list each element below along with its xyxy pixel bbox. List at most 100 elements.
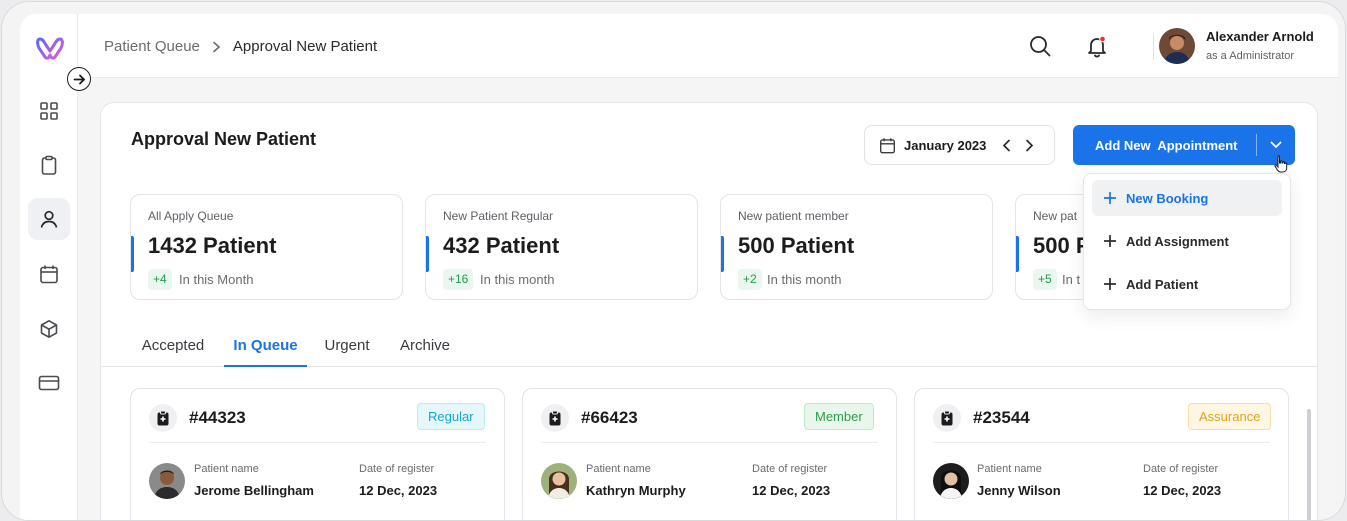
register-date: 12 Dec, 2023	[752, 483, 831, 498]
medical-clipboard-icon	[933, 404, 961, 432]
sidebar-toggle-button[interactable]	[67, 67, 91, 91]
status-badge: Regular	[417, 403, 485, 430]
patient-id: #23544	[973, 408, 1030, 427]
stat-period: In t	[1062, 272, 1081, 287]
vertical-scrollbar[interactable]	[1307, 409, 1311, 520]
menu-item-label: New Booking	[1126, 190, 1209, 206]
top-header: Patient Queue Approval New Patient Alexa…	[78, 14, 1338, 78]
app-window: Patient Queue Approval New Patient Alexa…	[20, 14, 1338, 520]
menu-item-add-assignment[interactable]: Add Assignment	[1092, 223, 1282, 259]
status-badge: Member	[804, 403, 874, 430]
sidebar-item-inventory[interactable]	[28, 308, 70, 350]
menu-item-new-booking[interactable]: New Booking	[1092, 180, 1282, 216]
menu-item-add-patient[interactable]: Add Patient	[1092, 266, 1282, 302]
stat-value: 432 Patient	[443, 233, 560, 258]
patient-name: Jenny Wilson	[977, 483, 1061, 498]
month-picker[interactable]: January 2023	[864, 125, 1055, 165]
stat-period: In this Month	[179, 272, 254, 287]
patient-name-label: Patient name	[194, 463, 259, 475]
stat-delta-badge: +4	[148, 269, 172, 290]
card-divider	[541, 442, 878, 443]
chevron-right-icon[interactable]	[1025, 139, 1034, 152]
stat-label: New Patient Regular	[443, 209, 554, 223]
patient-name-label: Patient name	[586, 463, 651, 475]
patient-card[interactable]: #66423 Member Patient name Kathryn Murph…	[522, 388, 897, 520]
user-avatar[interactable]	[1159, 28, 1195, 64]
avatar	[541, 463, 577, 499]
patient-id: #66423	[581, 408, 638, 427]
sidebar-item-clipboard[interactable]	[28, 144, 70, 186]
patient-card[interactable]: #44323 Regular Patient name Jerome Belli…	[130, 388, 505, 520]
chevron-left-icon[interactable]	[1002, 139, 1011, 152]
stat-delta-badge: +16	[443, 269, 474, 290]
stat-value: 500 Patient	[738, 233, 855, 258]
avatar	[933, 463, 969, 499]
medical-clipboard-icon	[149, 404, 177, 432]
plus-icon	[1104, 278, 1116, 290]
stat-accent-bar	[1016, 236, 1019, 272]
stat-period: In this month	[767, 272, 842, 287]
app-frame: Patient Queue Approval New Patient Alexa…	[1, 1, 1346, 521]
chevron-right-icon	[213, 41, 221, 52]
grid-icon	[40, 102, 58, 120]
sidebar-item-patients[interactable]	[28, 198, 70, 240]
breadcrumb-item-patient-queue[interactable]: Patient Queue	[104, 38, 200, 55]
user-icon	[40, 210, 58, 228]
menu-item-label: Add Patient	[1126, 276, 1199, 292]
stat-delta-badge: +5	[1033, 269, 1057, 290]
card-divider	[933, 442, 1270, 443]
stat-accent-bar	[426, 236, 429, 272]
patient-card[interactable]: #23544 Assurance Patient name Jenny Wils…	[914, 388, 1289, 520]
patient-name: Kathryn Murphy	[586, 483, 686, 498]
sidebar-item-dashboard[interactable]	[28, 90, 70, 132]
card-divider	[149, 442, 486, 443]
register-date-label: Date of register	[359, 463, 435, 475]
add-new-appointment-button[interactable]: Add New Appointment	[1073, 125, 1295, 165]
bell-icon[interactable]	[1085, 34, 1109, 58]
stat-accent-bar	[721, 236, 724, 272]
plus-icon	[1104, 235, 1116, 247]
tab-accepted[interactable]: Accepted	[131, 337, 215, 367]
sidebar-item-billing[interactable]	[28, 362, 70, 404]
hand-cursor-icon	[1274, 155, 1288, 173]
stat-card-all-apply-queue[interactable]: All Apply Queue 1432 Patient +4 In this …	[130, 194, 403, 300]
page-title: Approval New Patient	[131, 129, 317, 149]
tab-urgent[interactable]: Urgent	[316, 337, 378, 367]
breadcrumb: Patient Queue Approval New Patient	[104, 38, 377, 55]
clipboard-icon	[41, 155, 57, 175]
avatar	[149, 463, 185, 499]
stat-card-new-patient-regular[interactable]: New Patient Regular 432 Patient +16 In t…	[425, 194, 698, 300]
w-logo[interactable]	[36, 36, 64, 60]
sidebar-item-calendar[interactable]	[28, 253, 70, 295]
box-icon	[40, 320, 58, 338]
register-date-label: Date of register	[1143, 463, 1219, 475]
register-date: 12 Dec, 2023	[1143, 483, 1222, 498]
status-badge: Assurance	[1188, 403, 1272, 430]
calendar-icon	[880, 137, 895, 153]
menu-item-label: Add Assignment	[1126, 233, 1229, 249]
patient-name: Jerome Bellingham	[194, 483, 314, 498]
add-appointment-dropdown-toggle[interactable]	[1257, 141, 1294, 149]
appointment-dropdown-menu: New Booking Add Assignment Add Patient	[1083, 173, 1291, 310]
stat-value: 1432 Patient	[148, 233, 277, 258]
register-date: 12 Dec, 2023	[359, 483, 438, 498]
stat-label: New patient member	[738, 209, 849, 223]
stat-period: In this month	[480, 272, 555, 287]
month-nav	[1002, 139, 1034, 152]
arrow-right-icon	[73, 74, 85, 84]
card-icon	[38, 375, 60, 391]
header-divider	[1153, 34, 1154, 60]
medical-clipboard-icon	[541, 404, 569, 432]
breadcrumb-item-current: Approval New Patient	[232, 38, 378, 55]
plus-icon	[1104, 192, 1116, 204]
stat-card-new-patient-member[interactable]: New patient member 500 Patient +2 In thi…	[720, 194, 993, 300]
user-name: Alexander Arnold	[1206, 29, 1314, 44]
search-icon[interactable]	[1028, 34, 1052, 58]
stat-value: 500 P	[1033, 233, 1091, 258]
tab-in-queue[interactable]: In Queue	[224, 337, 307, 367]
patient-id: #44323	[189, 408, 246, 427]
user-role: as a Administrator	[1206, 50, 1295, 62]
tab-archive[interactable]: Archive	[391, 337, 459, 367]
stat-accent-bar	[131, 236, 134, 272]
calendar-icon	[40, 265, 58, 284]
